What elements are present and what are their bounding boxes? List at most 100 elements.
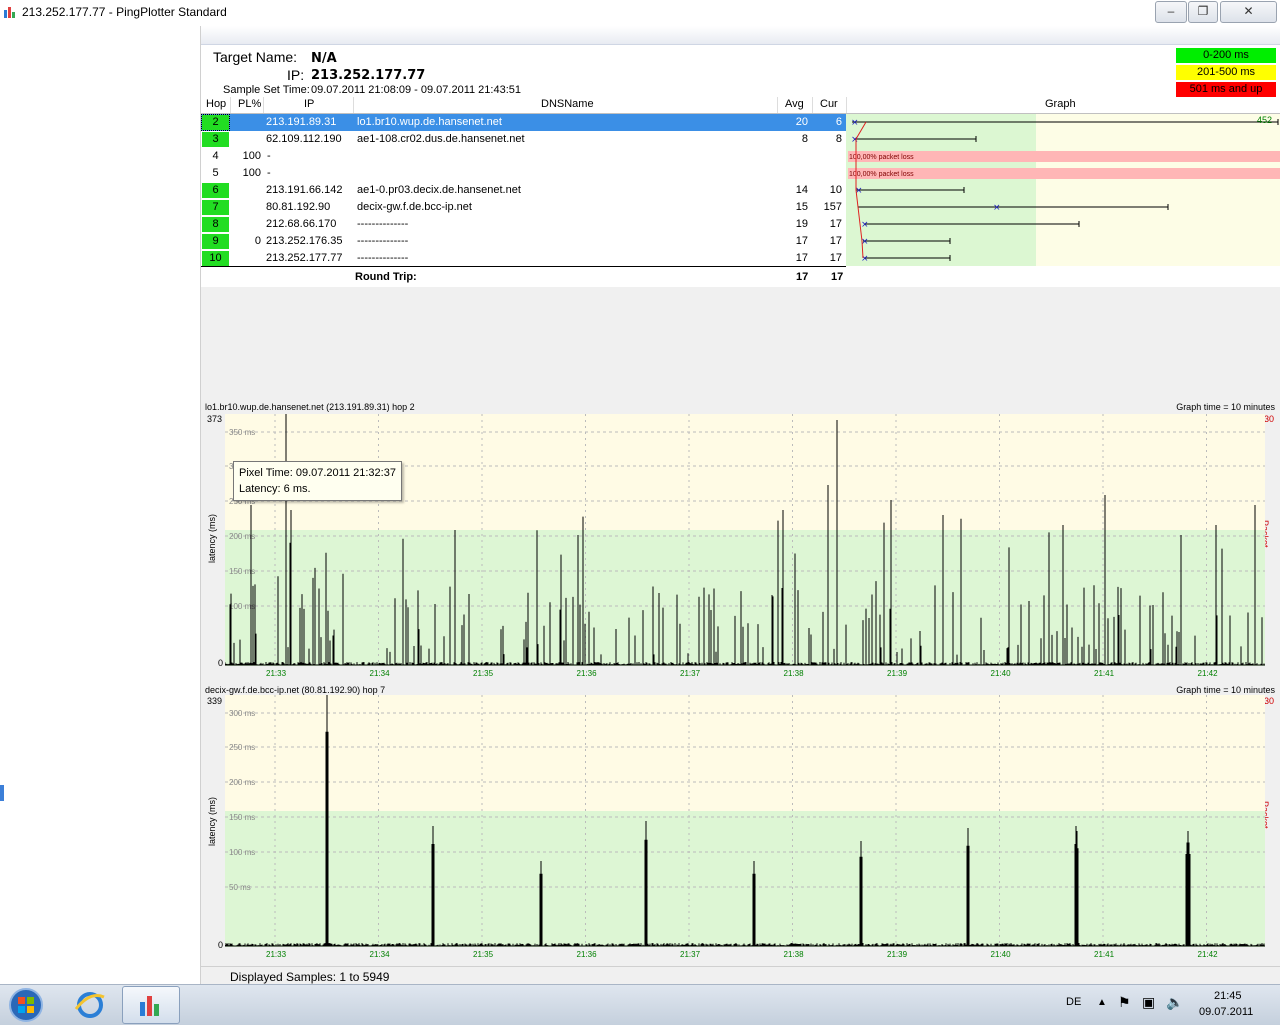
hop-packet-loss: 100 bbox=[242, 167, 261, 179]
hop-row[interactable]: 9 0 213.252.176.35 -------------- 17 17 bbox=[201, 233, 846, 250]
start-button-icon[interactable] bbox=[6, 987, 46, 1023]
graph-max-label: 452 bbox=[1257, 115, 1273, 125]
minimize-button[interactable]: – bbox=[1155, 1, 1187, 23]
ip-label: IP: bbox=[287, 67, 305, 83]
hop-number: 7 bbox=[202, 200, 229, 215]
tray-arrow-icon[interactable]: ▲ bbox=[1097, 997, 1107, 1008]
hop-row[interactable]: 2 213.191.89.31 lo1.br10.wup.de.hansenet.n… bbox=[201, 114, 846, 131]
hop-cur: 17 bbox=[829, 235, 842, 247]
hop-row[interactable]: 6 213.191.66.142 ae1-0.pr03.decix.de.hanse… bbox=[201, 182, 846, 199]
tooltip-time: Pixel Time: 09.07.2011 21:32:37 bbox=[239, 467, 396, 479]
chart1-plot[interactable]: 350 ms300 ms250 ms200 ms150 ms100 ms21:3… bbox=[225, 414, 1265, 682]
hop-number: 5 bbox=[212, 167, 219, 179]
svg-text:250 ms: 250 ms bbox=[229, 743, 255, 752]
internet-explorer-icon[interactable] bbox=[72, 989, 108, 1021]
chart1-title: lo1.br10.wup.de.hansenet.net (213.191.89… bbox=[205, 402, 415, 412]
maximize-button[interactable]: ❐ bbox=[1188, 1, 1218, 23]
network-icon[interactable]: ▣ bbox=[1142, 994, 1155, 1011]
svg-text:21:36: 21:36 bbox=[577, 950, 598, 959]
col-ip[interactable]: IP bbox=[304, 98, 314, 110]
hop-row[interactable]: 3 62.109.112.190 ae1-108.cr02.dus.de.hanse… bbox=[201, 131, 846, 148]
left-scroll-marker[interactable] bbox=[0, 785, 4, 801]
hop-row[interactable]: 5 100- bbox=[201, 165, 846, 182]
taskbar: DE ▲ ⚑ ▣ 🔈 21:45 09.07.2011 bbox=[0, 984, 1280, 1025]
chart2-pl-max: 30 bbox=[1263, 696, 1274, 706]
hop-row[interactable]: 8 212.68.66.170 -------------- 19 17 bbox=[201, 216, 846, 233]
hop-cur: 8 bbox=[835, 133, 842, 145]
svg-text:21:34: 21:34 bbox=[370, 950, 391, 959]
table-header[interactable]: Hop PL% IP DNSName Avg Cur Graph bbox=[201, 97, 1280, 114]
svg-text:21:40: 21:40 bbox=[991, 669, 1012, 678]
hop-ip: - bbox=[267, 167, 271, 179]
action-center-flag-icon[interactable]: ⚑ bbox=[1118, 994, 1131, 1011]
col-dns[interactable]: DNSName bbox=[541, 98, 594, 110]
legend-high: 501 ms and up bbox=[1176, 82, 1276, 97]
hop-dns: ae1-0.pr03.decix.de.hansenet.net bbox=[357, 184, 521, 196]
hop-packet-loss: 100 bbox=[242, 150, 261, 162]
svg-text:100,00% packet loss: 100,00% packet loss bbox=[849, 154, 914, 161]
svg-text:21:39: 21:39 bbox=[887, 669, 908, 678]
chart2-ylabel: latency (ms) bbox=[207, 796, 217, 846]
legend-medium: 201-500 ms bbox=[1176, 65, 1276, 80]
col-cur[interactable]: Cur bbox=[820, 98, 838, 110]
pingplotter-taskbar-button[interactable] bbox=[122, 986, 180, 1024]
svg-text:21:37: 21:37 bbox=[680, 669, 701, 678]
svg-text:100 ms: 100 ms bbox=[229, 848, 255, 857]
hop-graph[interactable]: × × 100,00% packet loss 100,00% packet loss… bbox=[846, 114, 1280, 266]
hop-dns: -------------- bbox=[357, 218, 409, 230]
hop-row[interactable]: 7 80.81.192.90 decix-gw.f.de.bcc-ip.net 15 1… bbox=[201, 199, 846, 216]
svg-text:21:42: 21:42 bbox=[1198, 669, 1219, 678]
hop-ip: 80.81.192.90 bbox=[266, 201, 331, 213]
latency-chart-hop2[interactable]: lo1.br10.wup.de.hansenet.net (213.191.89… bbox=[201, 398, 1280, 681]
round-trip-cur: 17 bbox=[831, 271, 844, 283]
hop-row[interactable]: 4 100- bbox=[201, 148, 846, 165]
hop-cur: 17 bbox=[829, 218, 842, 230]
volume-icon[interactable]: 🔈 bbox=[1166, 994, 1183, 1011]
clock-time[interactable]: 21:45 bbox=[1214, 990, 1242, 1002]
hop-ip: 212.68.66.170 bbox=[266, 218, 337, 230]
hop-cur: 10 bbox=[829, 184, 842, 196]
svg-text:21:42: 21:42 bbox=[1198, 950, 1219, 959]
close-button[interactable]: ✕ bbox=[1220, 1, 1277, 23]
chart2-ymax: 339 bbox=[207, 696, 223, 706]
blank-panel bbox=[201, 287, 1280, 398]
latency-chart-hop7[interactable]: decix-gw.f.de.bcc-ip.net (80.81.192.90) … bbox=[201, 681, 1280, 966]
col-hop[interactable]: Hop bbox=[206, 98, 226, 110]
col-pl[interactable]: PL% bbox=[238, 98, 261, 110]
svg-text:21:36: 21:36 bbox=[577, 669, 598, 678]
hop-ip: 213.191.89.31 bbox=[266, 116, 337, 128]
svg-text:350 ms: 350 ms bbox=[229, 428, 255, 437]
hop-ip: - bbox=[267, 150, 271, 162]
col-graph[interactable]: Graph bbox=[1045, 98, 1076, 110]
svg-text:21:38: 21:38 bbox=[784, 669, 805, 678]
left-pane[interactable] bbox=[0, 26, 201, 984]
hop-dns: decix-gw.f.de.bcc-ip.net bbox=[357, 201, 472, 213]
svg-text:21:41: 21:41 bbox=[1094, 950, 1115, 959]
pingplotter-icon bbox=[140, 996, 159, 1016]
chart1-ymax: 373 bbox=[207, 414, 223, 424]
clock-date[interactable]: 09.07.2011 bbox=[1199, 1006, 1253, 1018]
chart2-plot[interactable]: 300 ms 250 ms 200 ms 150 ms 100 ms 50 ms 21:33… bbox=[225, 695, 1265, 965]
svg-text:200 ms: 200 ms bbox=[229, 778, 255, 787]
hop-cur: 6 bbox=[835, 116, 842, 128]
chart2-ymin: 0 bbox=[218, 940, 224, 950]
sample-time-label: Sample Set Time: bbox=[223, 84, 310, 96]
hop-row[interactable]: 10 213.252.177.77 -------------- 17 17 bbox=[201, 250, 846, 267]
status-bar: Displayed Samples: 1 to 5949 bbox=[201, 966, 1280, 985]
hop-avg: 15 bbox=[795, 201, 808, 213]
language-indicator[interactable]: DE bbox=[1066, 996, 1081, 1008]
hop-dns: lo1.br10.wup.de.hansenet.net bbox=[357, 116, 502, 128]
hop-avg: 14 bbox=[795, 184, 808, 196]
hop-ip: 213.252.176.35 bbox=[266, 235, 343, 247]
svg-text:21:40: 21:40 bbox=[991, 950, 1012, 959]
chart2-title: decix-gw.f.de.bcc-ip.net (80.81.192.90) … bbox=[205, 685, 386, 695]
hop-number: 10 bbox=[202, 251, 229, 266]
tooltip-latency: Latency: 6 ms. bbox=[239, 483, 311, 495]
hop-number: 9 bbox=[202, 234, 229, 249]
svg-text:×: × bbox=[993, 203, 1001, 213]
svg-text:21:37: 21:37 bbox=[680, 950, 701, 959]
sample-time-value: 09.07.2011 21:08:09 - 09.07.2011 21:43:5… bbox=[311, 84, 521, 96]
hop-packet-loss: 0 bbox=[254, 235, 261, 247]
col-avg[interactable]: Avg bbox=[785, 98, 804, 110]
svg-text:21:34: 21:34 bbox=[370, 669, 391, 678]
